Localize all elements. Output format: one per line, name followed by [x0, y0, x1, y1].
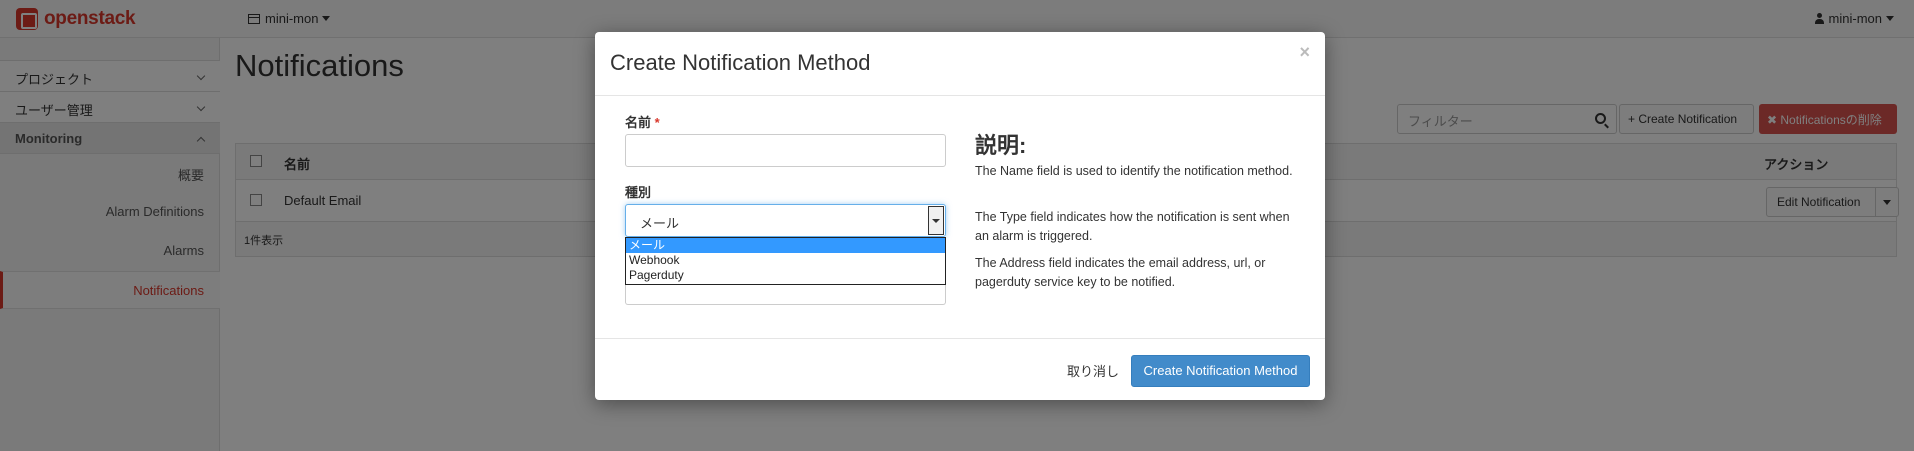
help-address-description: The Address field indicates the email ad… — [975, 256, 1266, 289]
help-type-description: The Type field indicates how the notific… — [975, 210, 1290, 243]
type-option-mail[interactable]: メール — [626, 238, 945, 253]
chevron-down-icon[interactable] — [928, 206, 944, 235]
type-select-value: メール — [640, 216, 680, 231]
create-notification-method-button[interactable]: Create Notification Method — [1131, 355, 1310, 387]
create-notification-modal: Create Notification Method × 名前 * 種別 メール… — [595, 32, 1325, 400]
type-field-label: 種別 — [625, 185, 652, 200]
cancel-button[interactable]: 取り消し — [1067, 361, 1119, 380]
help-name-description: The Name field is used to identify the n… — [975, 164, 1293, 178]
close-icon[interactable]: × — [1299, 42, 1310, 63]
type-option-webhook[interactable]: Webhook — [626, 253, 945, 268]
help-title: 説明: — [975, 133, 1027, 158]
type-option-pagerduty[interactable]: Pagerduty — [626, 268, 945, 283]
modal-header: Create Notification Method × — [595, 32, 1325, 96]
modal-footer: 取り消し Create Notification Method — [595, 338, 1325, 400]
address-input[interactable] — [625, 285, 946, 305]
type-select[interactable]: メール — [625, 204, 946, 237]
name-label-text: 名前 — [625, 115, 652, 130]
name-field-label: 名前 * — [625, 112, 660, 131]
type-options-list: メール Webhook Pagerduty — [625, 237, 946, 285]
required-mark: * — [654, 115, 660, 130]
modal-title: Create Notification Method — [610, 50, 871, 75]
name-input[interactable] — [625, 134, 946, 167]
